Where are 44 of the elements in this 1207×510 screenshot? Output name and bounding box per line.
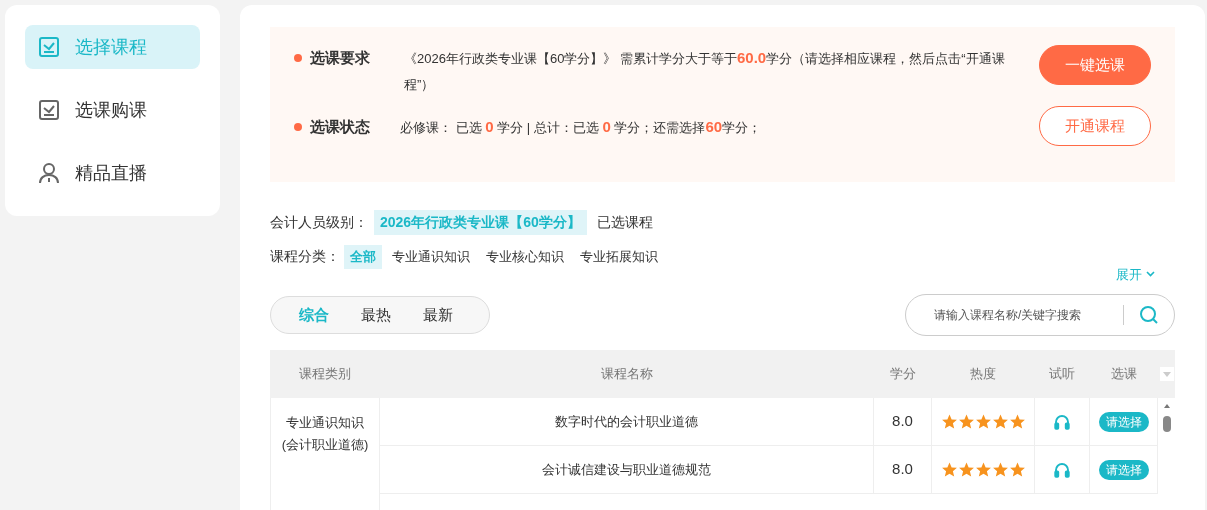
category-filter[interactable]: 专业拓展知识 bbox=[574, 245, 664, 269]
open-course-button[interactable]: 开通课程 bbox=[1039, 106, 1151, 146]
course-name: 会计诚信建设与职业道德规范 bbox=[541, 460, 712, 479]
category-filter[interactable]: 专业核心知识 bbox=[480, 245, 570, 269]
headphones-icon[interactable] bbox=[1053, 460, 1071, 479]
checkbox-icon bbox=[37, 35, 61, 59]
notice-text: 《2026年行政类专业课【60学分】》 需累计学分大于等于60.0学分（请选择相应课程，然后点击“开通课程”） bbox=[403, 48, 1006, 94]
level-label: 会计人员级别： bbox=[270, 213, 368, 232]
selected-courses-link[interactable]: 已选课程 bbox=[596, 212, 653, 233]
column-header: 课程名称 bbox=[599, 365, 654, 384]
chevron-down-icon bbox=[1146, 271, 1155, 278]
level-tag[interactable]: 2026年行政类专业课【60学分】 bbox=[374, 210, 587, 235]
sidebar-item[interactable]: 选择课程 bbox=[25, 25, 200, 69]
course-name: 数字时代的会计职业道德 bbox=[554, 412, 699, 431]
person-icon bbox=[37, 161, 61, 185]
column-header: 课程类别 bbox=[298, 365, 352, 384]
notice-label: 选课要求 bbox=[310, 48, 371, 68]
notice-text: 必修课： 已选 0 学分 | 总计：已选 0 学分；还需选择60学分； bbox=[400, 117, 763, 137]
sort-tab[interactable]: 综合 bbox=[285, 303, 343, 327]
column-header: 试听 bbox=[1048, 365, 1076, 384]
select-all-button[interactable]: 一键选课 bbox=[1039, 45, 1151, 85]
category-filter[interactable]: 专业通识知识 bbox=[386, 245, 476, 269]
sort-tab[interactable]: 最新 bbox=[409, 303, 467, 327]
credit-cell: 8.0 bbox=[873, 398, 932, 445]
search-field[interactable]: 请输入课程名称/关键字搜索 bbox=[905, 294, 1175, 336]
sort-tab[interactable]: 最热 bbox=[347, 303, 405, 327]
credit-cell: 8.0 bbox=[873, 446, 932, 493]
choose-button[interactable]: 请选择 bbox=[1098, 411, 1149, 432]
dropdown-icon[interactable] bbox=[1159, 367, 1174, 381]
category-cell: 专业通识知识(会计职业道德) bbox=[270, 398, 380, 510]
column-header: 学分 bbox=[888, 365, 917, 384]
sidebar-item[interactable]: 精品直播 bbox=[25, 151, 200, 195]
category-filter[interactable]: 全部 bbox=[344, 245, 382, 269]
notice-label: 选课状态 bbox=[310, 117, 371, 137]
category-label: 课程分类： bbox=[270, 247, 340, 267]
column-header: 选课 bbox=[1110, 365, 1138, 384]
expand-link[interactable]: 展开 bbox=[1116, 264, 1155, 284]
sidebar-item[interactable]: 选课购课 bbox=[25, 88, 200, 132]
headphones-icon[interactable] bbox=[1053, 412, 1071, 431]
scrollbar[interactable] bbox=[1161, 402, 1172, 434]
checkbox-icon bbox=[37, 98, 61, 122]
column-header: 热度 bbox=[969, 365, 997, 384]
choose-button[interactable]: 请选择 bbox=[1098, 459, 1149, 480]
search-icon[interactable] bbox=[1139, 305, 1159, 325]
